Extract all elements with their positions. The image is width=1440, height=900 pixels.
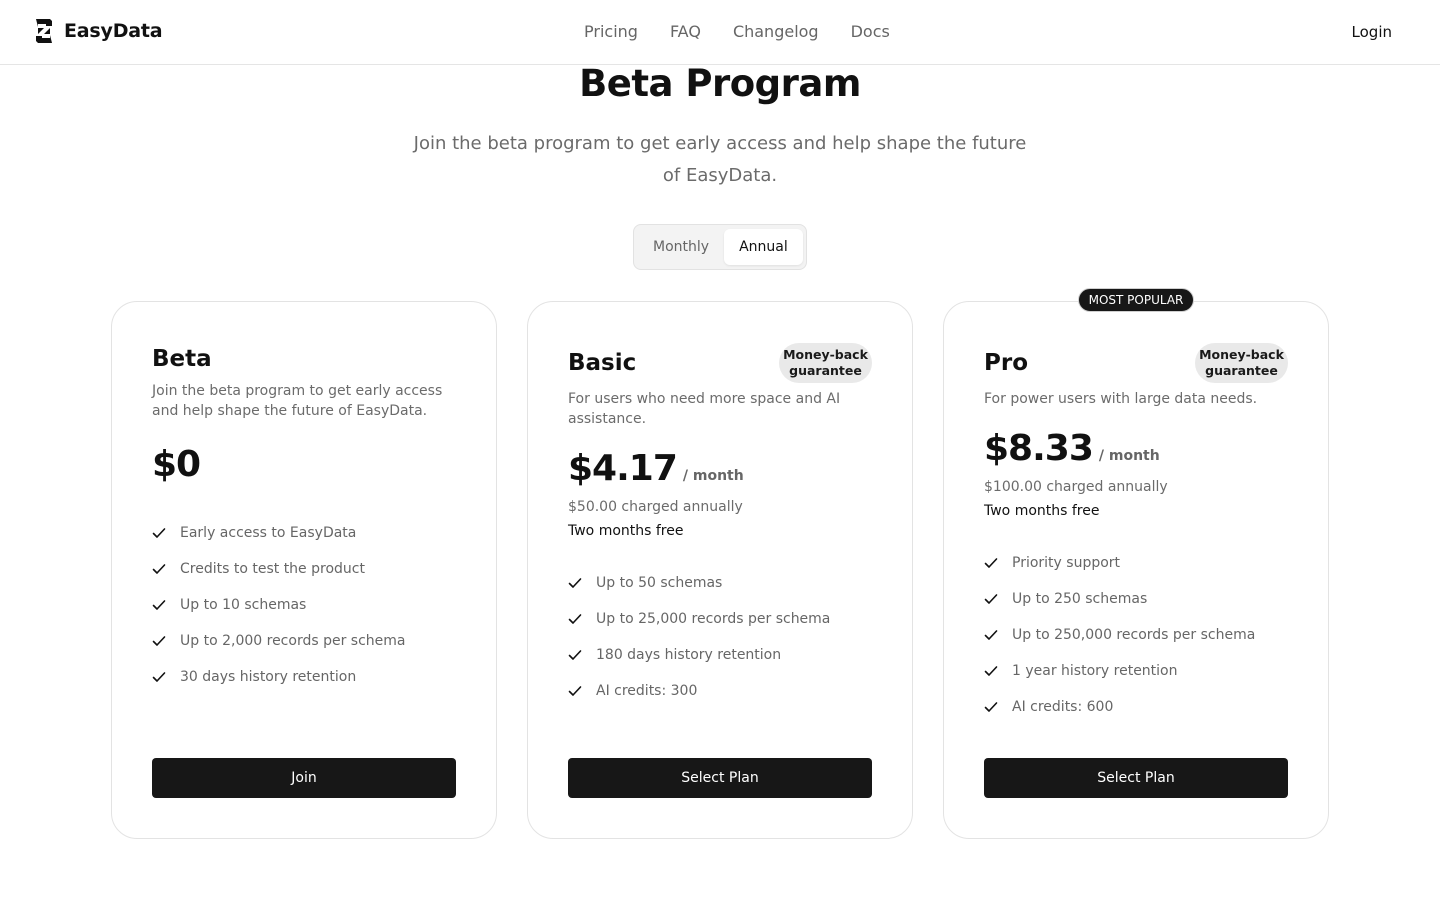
check-icon: [568, 686, 582, 696]
plan-name: Beta: [152, 346, 212, 372]
feature-text: Up to 250 schemas: [1012, 591, 1148, 607]
feature-text: Up to 2,000 records per schema: [180, 633, 406, 649]
check-icon: [152, 528, 166, 538]
annual-charge: $100.00 charged annually: [984, 479, 1168, 495]
main-nav: Pricing FAQ Changelog Docs: [584, 20, 890, 44]
feature-text: 30 days history retention: [180, 669, 357, 685]
nav-link-faq[interactable]: FAQ: [670, 20, 701, 44]
price-period: / month: [1098, 448, 1160, 464]
check-icon: [984, 630, 998, 640]
easydata-logo-icon: [36, 19, 52, 43]
feature-item: Up to 50 schemas: [568, 565, 872, 601]
feature-text: Up to 250,000 records per schema: [1012, 627, 1256, 643]
money-back-badge: Money-back guarantee: [1195, 343, 1288, 383]
feature-item: Early access to EasyData: [152, 515, 456, 551]
brand-name: EasyData: [64, 20, 163, 42]
plan-description: For power users with large data needs.: [984, 391, 1258, 407]
check-icon: [984, 702, 998, 712]
feature-list: Up to 50 schemas Up to 25,000 records pe…: [568, 565, 872, 709]
plan-card-beta: Beta Join the beta program to get early …: [111, 301, 497, 839]
plan-price: $0: [152, 444, 201, 485]
feature-item: Up to 25,000 records per schema: [568, 601, 872, 637]
feature-item: AI credits: 300: [568, 673, 872, 709]
nav-link-docs[interactable]: Docs: [851, 20, 890, 44]
pricing-page: EasyData Pricing FAQ Changelog Docs Logi…: [0, 0, 1440, 900]
feature-item: Up to 2,000 records per schema: [152, 623, 456, 659]
check-icon: [568, 650, 582, 660]
plan-card-pro: Money-back guarantee Pro For power users…: [943, 301, 1329, 839]
page-subtitle: Join the beta program to get early acces…: [413, 133, 1027, 186]
check-icon: [152, 564, 166, 574]
plan-card-basic: Money-back guarantee Basic For users who…: [527, 301, 913, 839]
feature-item: AI credits: 600: [984, 689, 1288, 725]
nav-link-changelog[interactable]: Changelog: [733, 20, 819, 44]
billing-option-annual[interactable]: Annual: [724, 229, 803, 265]
feature-text: Up to 50 schemas: [596, 575, 723, 591]
billing-period-toggle: Monthly Annual: [633, 224, 807, 270]
feature-item: 1 year history retention: [984, 653, 1288, 689]
plan-price: $4.17: [568, 448, 678, 489]
feature-text: 1 year history retention: [1012, 663, 1178, 679]
check-icon: [152, 672, 166, 682]
feature-list: Early access to EasyData Credits to test…: [152, 515, 456, 695]
feature-text: Up to 10 schemas: [180, 597, 307, 613]
check-icon: [568, 578, 582, 588]
price-period: / month: [682, 468, 744, 484]
brand-logo-link[interactable]: EasyData: [32, 18, 163, 44]
feature-text: Priority support: [1012, 555, 1121, 571]
check-icon: [984, 558, 998, 568]
price-row: $8.33 / month: [984, 427, 1288, 471]
check-icon: [152, 636, 166, 646]
feature-text: Up to 25,000 records per schema: [596, 611, 831, 627]
check-icon: [984, 594, 998, 604]
feature-item: Up to 250,000 records per schema: [984, 617, 1288, 653]
feature-text: AI credits: 600: [1012, 699, 1114, 715]
check-icon: [984, 666, 998, 676]
feature-item: Up to 250 schemas: [984, 581, 1288, 617]
feature-list: Priority support Up to 250 schemas Up to…: [984, 545, 1288, 725]
login-link[interactable]: Login: [1352, 21, 1392, 43]
feature-item: Credits to test the product: [152, 551, 456, 587]
feature-text: 180 days history retention: [596, 647, 782, 663]
plan-description: Join the beta program to get early acces…: [152, 383, 443, 419]
promo-text: Two months free: [984, 503, 1100, 519]
billing-option-monthly[interactable]: Monthly: [638, 229, 724, 265]
feature-text: AI credits: 300: [596, 683, 698, 699]
feature-item: Up to 10 schemas: [152, 587, 456, 623]
page-title: Beta Program: [579, 62, 861, 105]
select-plan-pro-button[interactable]: Select Plan: [984, 758, 1288, 798]
price-row: $4.17 / month: [568, 447, 872, 491]
check-icon: [568, 614, 582, 624]
select-plan-basic-button[interactable]: Select Plan: [568, 758, 872, 798]
money-back-badge: Money-back guarantee: [779, 343, 872, 383]
nav-link-pricing[interactable]: Pricing: [584, 20, 638, 44]
annual-charge: $50.00 charged annually: [568, 499, 743, 515]
feature-text: Credits to test the product: [180, 561, 365, 577]
feature-item: 30 days history retention: [152, 659, 456, 695]
most-popular-ribbon: MOST POPULAR: [1078, 288, 1194, 312]
promo-text: Two months free: [568, 523, 684, 539]
top-navbar: EasyData Pricing FAQ Changelog Docs Logi…: [0, 0, 1440, 65]
plan-price: $8.33: [984, 428, 1094, 469]
plan-description: For users who need more space and AI ass…: [568, 391, 841, 427]
join-button[interactable]: Join: [152, 758, 456, 798]
price-row: $0: [152, 443, 456, 487]
feature-text: Early access to EasyData: [180, 525, 357, 541]
feature-item: Priority support: [984, 545, 1288, 581]
check-icon: [152, 600, 166, 610]
feature-item: 180 days history retention: [568, 637, 872, 673]
